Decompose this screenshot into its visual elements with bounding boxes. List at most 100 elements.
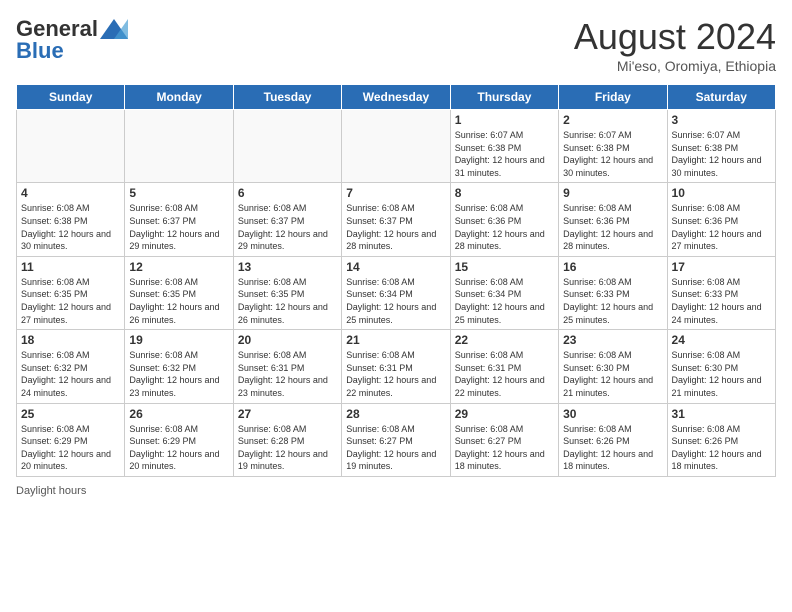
calendar-cell: 11 Sunrise: 6:08 AM Sunset: 6:35 PM Dayli… <box>17 256 125 329</box>
calendar-week-row: 11 Sunrise: 6:08 AM Sunset: 6:35 PM Dayli… <box>17 256 776 329</box>
calendar-day-header: Sunday <box>17 85 125 110</box>
calendar-cell: 15 Sunrise: 6:08 AM Sunset: 6:34 PM Dayli… <box>450 256 558 329</box>
day-info: Sunrise: 6:07 AM Sunset: 6:38 PM Dayligh… <box>563 129 662 179</box>
calendar-cell: 17Sunrise: 6:08 AM Sunset: 6:33 PM Dayli… <box>667 256 775 329</box>
day-info: Sunrise: 6:08 AM Sunset: 6:30 PM Dayligh… <box>672 349 771 399</box>
calendar-header-row: SundayMondayTuesdayWednesdayThursdayFrid… <box>17 85 776 110</box>
title-block: August 2024 Mi'eso, Oromiya, Ethiopia <box>574 16 776 74</box>
day-info: Sunrise: 6:08 AM Sunset: 6:36 PM Dayligh… <box>672 202 771 252</box>
day-number: 16 <box>563 260 662 274</box>
day-info: Sunrise: 6:08 AM Sunset: 6:29 PM Dayligh… <box>21 423 120 473</box>
day-number: 31 <box>672 407 771 421</box>
day-number: 5 <box>129 186 228 200</box>
calendar-cell: 5 Sunrise: 6:08 AM Sunset: 6:37 PM Daylig… <box>125 183 233 256</box>
day-number: 27 <box>238 407 337 421</box>
day-number: 12 <box>129 260 228 274</box>
day-number: 17 <box>672 260 771 274</box>
day-info: Sunrise: 6:08 AM Sunset: 6:36 PM Dayligh… <box>563 202 662 252</box>
calendar-cell: 10 Sunrise: 6:08 AM Sunset: 6:36 PM Dayli… <box>667 183 775 256</box>
calendar-cell: 3Sunrise: 6:07 AM Sunset: 6:38 PM Daylig… <box>667 110 775 183</box>
calendar-cell: 16 Sunrise: 6:08 AM Sunset: 6:33 PM Dayli… <box>559 256 667 329</box>
day-info: Sunrise: 6:08 AM Sunset: 6:35 PM Dayligh… <box>21 276 120 326</box>
calendar-day-header: Friday <box>559 85 667 110</box>
calendar-cell: 2Sunrise: 6:07 AM Sunset: 6:38 PM Daylig… <box>559 110 667 183</box>
calendar-cell: 19Sunrise: 6:08 AM Sunset: 6:32 PM Dayli… <box>125 330 233 403</box>
calendar-cell <box>125 110 233 183</box>
calendar-cell: 8Sunrise: 6:08 AM Sunset: 6:36 PM Daylig… <box>450 183 558 256</box>
day-number: 9 <box>563 186 662 200</box>
header: General Blue August 2024 Mi'eso, Oromiya… <box>16 16 776 74</box>
day-info: Sunrise: 6:08 AM Sunset: 6:27 PM Dayligh… <box>346 423 445 473</box>
day-info: Sunrise: 6:08 AM Sunset: 6:33 PM Dayligh… <box>563 276 662 326</box>
day-info: Sunrise: 6:08 AM Sunset: 6:34 PM Dayligh… <box>455 276 554 326</box>
footer: Daylight hours <box>16 485 776 497</box>
day-number: 29 <box>455 407 554 421</box>
calendar-cell: 27 Sunrise: 6:08 AM Sunset: 6:28 PM Dayli… <box>233 403 341 476</box>
day-number: 6 <box>238 186 337 200</box>
day-number: 21 <box>346 333 445 347</box>
calendar-cell: 1 Sunrise: 6:07 AM Sunset: 6:38 PM Daylig… <box>450 110 558 183</box>
day-info: Sunrise: 6:08 AM Sunset: 6:37 PM Dayligh… <box>129 202 228 252</box>
calendar-day-header: Tuesday <box>233 85 341 110</box>
calendar-cell: 21 Sunrise: 6:08 AM Sunset: 6:31 PM Dayli… <box>342 330 450 403</box>
calendar-cell: 28 Sunrise: 6:08 AM Sunset: 6:27 PM Dayli… <box>342 403 450 476</box>
calendar-week-row: 4Sunrise: 6:08 AM Sunset: 6:38 PM Daylig… <box>17 183 776 256</box>
calendar-week-row: 18 Sunrise: 6:08 AM Sunset: 6:32 PM Dayli… <box>17 330 776 403</box>
day-number: 26 <box>129 407 228 421</box>
day-info: Sunrise: 6:08 AM Sunset: 6:37 PM Dayligh… <box>238 202 337 252</box>
day-info: Sunrise: 6:08 AM Sunset: 6:29 PM Dayligh… <box>129 423 228 473</box>
daylight-label: Daylight hours <box>16 485 86 497</box>
day-info: Sunrise: 6:08 AM Sunset: 6:32 PM Dayligh… <box>129 349 228 399</box>
day-number: 22 <box>455 333 554 347</box>
calendar-cell: 13 Sunrise: 6:08 AM Sunset: 6:35 PM Dayli… <box>233 256 341 329</box>
day-number: 1 <box>455 113 554 127</box>
day-info: Sunrise: 6:08 AM Sunset: 6:36 PM Dayligh… <box>455 202 554 252</box>
calendar-cell: 26 Sunrise: 6:08 AM Sunset: 6:29 PM Dayli… <box>125 403 233 476</box>
calendar-cell <box>17 110 125 183</box>
calendar-cell: 25 Sunrise: 6:08 AM Sunset: 6:29 PM Dayli… <box>17 403 125 476</box>
day-info: Sunrise: 6:08 AM Sunset: 6:31 PM Dayligh… <box>455 349 554 399</box>
calendar-cell: 20 Sunrise: 6:08 AM Sunset: 6:31 PM Dayli… <box>233 330 341 403</box>
calendar-cell: 31 Sunrise: 6:08 AM Sunset: 6:26 PM Dayli… <box>667 403 775 476</box>
day-number: 10 <box>672 186 771 200</box>
day-info: Sunrise: 6:08 AM Sunset: 6:35 PM Dayligh… <box>238 276 337 326</box>
day-info: Sunrise: 6:08 AM Sunset: 6:31 PM Dayligh… <box>346 349 445 399</box>
calendar-cell: 22 Sunrise: 6:08 AM Sunset: 6:31 PM Dayli… <box>450 330 558 403</box>
day-number: 28 <box>346 407 445 421</box>
day-number: 23 <box>563 333 662 347</box>
calendar-day-header: Monday <box>125 85 233 110</box>
day-number: 15 <box>455 260 554 274</box>
day-number: 20 <box>238 333 337 347</box>
calendar-table: SundayMondayTuesdayWednesdayThursdayFrid… <box>16 84 776 477</box>
location-subtitle: Mi'eso, Oromiya, Ethiopia <box>574 58 776 74</box>
day-number: 7 <box>346 186 445 200</box>
calendar-week-row: 1 Sunrise: 6:07 AM Sunset: 6:38 PM Daylig… <box>17 110 776 183</box>
calendar-cell: 18Sunrise: 6:08 AM Sunset: 6:32 PM Dayli… <box>17 330 125 403</box>
day-info: Sunrise: 6:07 AM Sunset: 6:38 PM Dayligh… <box>455 129 554 179</box>
day-info: Sunrise: 6:08 AM Sunset: 6:26 PM Dayligh… <box>563 423 662 473</box>
logo-icon <box>100 19 128 39</box>
calendar-cell: 24Sunrise: 6:08 AM Sunset: 6:30 PM Dayli… <box>667 330 775 403</box>
day-number: 25 <box>21 407 120 421</box>
day-info: Sunrise: 6:08 AM Sunset: 6:26 PM Dayligh… <box>672 423 771 473</box>
day-number: 11 <box>21 260 120 274</box>
day-number: 18 <box>21 333 120 347</box>
day-number: 30 <box>563 407 662 421</box>
day-info: Sunrise: 6:08 AM Sunset: 6:38 PM Dayligh… <box>21 202 120 252</box>
day-info: Sunrise: 6:08 AM Sunset: 6:31 PM Dayligh… <box>238 349 337 399</box>
day-number: 13 <box>238 260 337 274</box>
logo-blue: Blue <box>16 38 64 64</box>
calendar-cell <box>342 110 450 183</box>
day-info: Sunrise: 6:08 AM Sunset: 6:34 PM Dayligh… <box>346 276 445 326</box>
calendar-cell: 6 Sunrise: 6:08 AM Sunset: 6:37 PM Daylig… <box>233 183 341 256</box>
calendar-cell: 23 Sunrise: 6:08 AM Sunset: 6:30 PM Dayli… <box>559 330 667 403</box>
day-info: Sunrise: 6:08 AM Sunset: 6:27 PM Dayligh… <box>455 423 554 473</box>
day-info: Sunrise: 6:08 AM Sunset: 6:30 PM Dayligh… <box>563 349 662 399</box>
day-info: Sunrise: 6:08 AM Sunset: 6:35 PM Dayligh… <box>129 276 228 326</box>
day-info: Sunrise: 6:08 AM Sunset: 6:28 PM Dayligh… <box>238 423 337 473</box>
day-number: 3 <box>672 113 771 127</box>
month-year-title: August 2024 <box>574 16 776 58</box>
calendar-cell: 14Sunrise: 6:08 AM Sunset: 6:34 PM Dayli… <box>342 256 450 329</box>
calendar-cell: 29 Sunrise: 6:08 AM Sunset: 6:27 PM Dayli… <box>450 403 558 476</box>
calendar-cell: 12 Sunrise: 6:08 AM Sunset: 6:35 PM Dayli… <box>125 256 233 329</box>
